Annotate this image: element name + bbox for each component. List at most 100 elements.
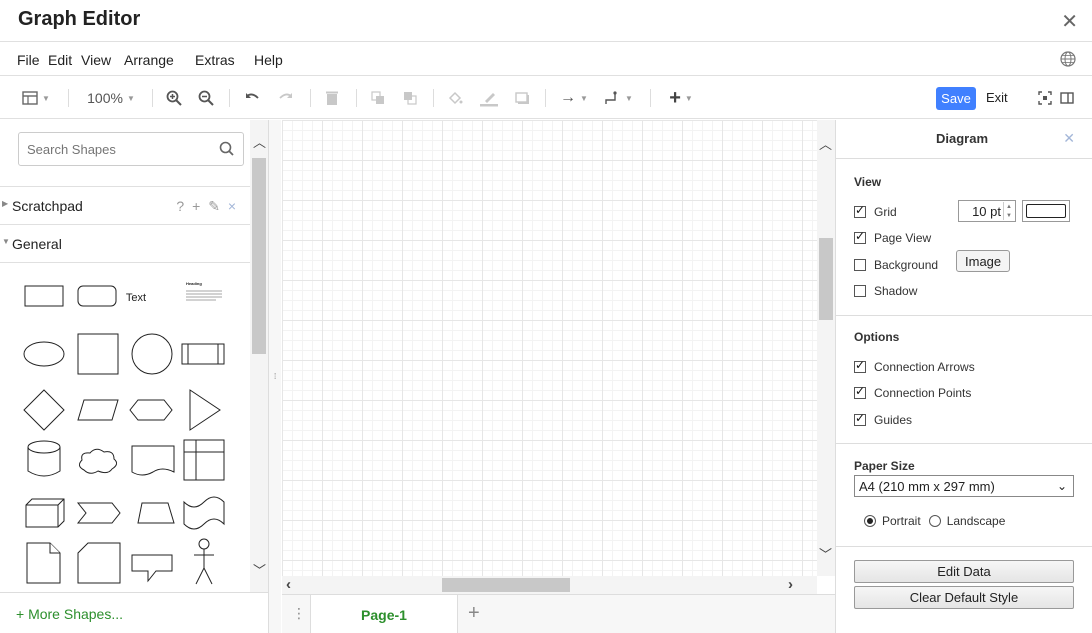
grid-checkbox[interactable] — [854, 203, 866, 218]
to-front-button[interactable] — [368, 88, 388, 108]
page-view-label: Page View — [874, 231, 932, 245]
grid-size-stepper[interactable]: 10 pt ▲ ▼ — [958, 200, 1016, 222]
connection-points-option[interactable]: Connection Points — [854, 384, 971, 400]
connection-arrows-option[interactable]: Connection Arrows — [854, 358, 975, 374]
more-shapes-link[interactable]: + More Shapes... — [16, 606, 123, 622]
ellipse-shape[interactable] — [23, 341, 65, 367]
scrollbar-thumb[interactable] — [819, 238, 833, 320]
scrollbar-thumb[interactable] — [252, 158, 266, 354]
zoom-dropdown[interactable]: 100% ▼ — [80, 88, 142, 108]
circle-shape[interactable] — [131, 333, 173, 375]
rounded-rectangle-shape[interactable] — [77, 285, 117, 307]
step-shape[interactable] — [76, 502, 121, 524]
spinner-arrows-icon[interactable]: ▲ ▼ — [1003, 202, 1014, 220]
menu-arrange[interactable]: Arrange — [124, 52, 174, 68]
close-icon[interactable]: ✕ — [1063, 130, 1075, 147]
landscape-radio[interactable] — [928, 515, 941, 527]
menu-edit[interactable]: Edit — [48, 52, 72, 68]
pages-menu-icon[interactable]: ⋮ — [292, 605, 306, 622]
text-shape[interactable]: Text — [126, 292, 146, 304]
parallelogram-shape[interactable] — [77, 399, 119, 421]
menu-view[interactable]: View — [81, 52, 111, 68]
add-icon[interactable]: + — [192, 198, 202, 214]
close-icon[interactable]: × — [228, 198, 238, 214]
fullscreen-button[interactable] — [1036, 88, 1054, 108]
save-button[interactable]: Save — [936, 87, 976, 110]
close-icon[interactable]: ✕ — [1061, 9, 1078, 34]
scroll-down-icon[interactable]: ﹀ — [253, 560, 266, 579]
cloud-shape[interactable] — [78, 448, 118, 474]
guides-option[interactable]: Guides — [854, 411, 912, 427]
internal-storage-shape[interactable] — [183, 439, 225, 481]
diagram-canvas[interactable] — [282, 120, 817, 576]
paper-size-select[interactable]: A4 (210 mm x 297 mm) ⌄ — [854, 475, 1074, 497]
insert-dropdown[interactable]: + ▼ — [662, 87, 700, 109]
trapezoid-shape[interactable] — [137, 502, 175, 524]
scroll-right-icon[interactable]: › — [788, 576, 793, 593]
connection-arrows-checkbox[interactable] — [854, 358, 866, 373]
actor-shape[interactable] — [198, 538, 210, 550]
format-panel-toggle[interactable]: ▼ — [16, 88, 56, 108]
menu-extras[interactable]: Extras — [195, 52, 235, 68]
guides-checkbox[interactable] — [854, 411, 866, 426]
callout-shape[interactable] — [131, 554, 173, 583]
menu-help[interactable]: Help — [254, 52, 283, 68]
search-input[interactable] — [19, 133, 209, 165]
drag-handle-icon[interactable]: ⁞ — [274, 372, 276, 381]
shadow-checkbox[interactable] — [854, 285, 866, 297]
shadow-button[interactable] — [512, 88, 532, 108]
zoom-out-button[interactable] — [196, 88, 216, 108]
background-image-button[interactable]: Image — [956, 250, 1011, 272]
scrollbar-thumb[interactable] — [442, 578, 570, 592]
fill-color-button[interactable] — [445, 88, 465, 108]
scroll-up-icon[interactable]: ︿ — [819, 134, 832, 153]
undo-button[interactable] — [242, 88, 262, 108]
shadow-option[interactable]: Shadow — [854, 284, 917, 298]
line-color-button[interactable] — [478, 88, 500, 108]
zoom-in-button[interactable] — [164, 88, 184, 108]
grid-color-picker[interactable] — [1022, 200, 1070, 222]
heading-shape[interactable]: Heading — [186, 281, 202, 286]
edit-icon[interactable]: ✎ — [208, 198, 222, 214]
triangle-shape[interactable] — [189, 389, 221, 431]
connection-style-dropdown[interactable]: → ▼ — [556, 88, 592, 108]
hexagon-shape[interactable] — [129, 399, 173, 421]
scroll-down-icon[interactable]: ﹀ — [819, 544, 832, 563]
sidebar-splitter[interactable]: ⁞ — [269, 120, 281, 633]
grid-option[interactable]: Grid — [854, 203, 897, 219]
edit-data-button[interactable]: Edit Data — [854, 560, 1074, 583]
canvas-horizontal-scrollbar[interactable]: ‹ › — [282, 576, 817, 594]
card-shape[interactable] — [77, 542, 121, 584]
clear-default-style-button[interactable]: Clear Default Style — [854, 586, 1074, 609]
globe-icon[interactable] — [1060, 51, 1076, 67]
scroll-up-icon[interactable]: ︿ — [253, 132, 266, 151]
portrait-radio[interactable] — [864, 515, 876, 527]
page-view-option[interactable]: Page View — [854, 229, 932, 245]
general-section[interactable]: ▼ General — [0, 224, 250, 262]
page-view-checkbox[interactable] — [854, 229, 866, 244]
menu-file[interactable]: File — [17, 52, 40, 68]
tab-page-1[interactable]: Page-1 — [310, 595, 458, 633]
scratchpad-section[interactable]: ▶ Scratchpad ? + ✎ × — [0, 186, 250, 224]
diamond-shape[interactable] — [23, 389, 65, 431]
connection-points-checkbox[interactable] — [854, 384, 866, 399]
sidebar-scrollbar[interactable]: ︿ ﹀ — [250, 120, 268, 592]
delete-button[interactable] — [322, 88, 342, 108]
to-back-button[interactable] — [400, 88, 420, 108]
help-icon[interactable]: ? — [176, 198, 186, 214]
tape-shape[interactable] — [183, 496, 225, 530]
exit-button[interactable]: Exit — [986, 90, 1008, 105]
search-icon[interactable] — [219, 141, 235, 157]
scroll-left-icon[interactable]: ‹ — [286, 576, 291, 593]
waypoint-style-dropdown[interactable]: ▼ — [600, 88, 638, 108]
format-panel-button[interactable] — [1058, 88, 1076, 108]
background-option[interactable]: Background — [854, 258, 938, 272]
add-page-icon[interactable]: + — [468, 602, 480, 625]
square-shape[interactable] — [77, 333, 119, 375]
canvas-vertical-scrollbar[interactable]: ︿ ﹀ — [817, 120, 835, 576]
document-shape[interactable] — [131, 445, 175, 476]
rectangle-shape[interactable] — [24, 285, 64, 307]
redo-button[interactable] — [276, 88, 296, 108]
options-section: Options Connection Arrows Connection Poi… — [836, 315, 1092, 443]
background-checkbox[interactable] — [854, 259, 866, 271]
